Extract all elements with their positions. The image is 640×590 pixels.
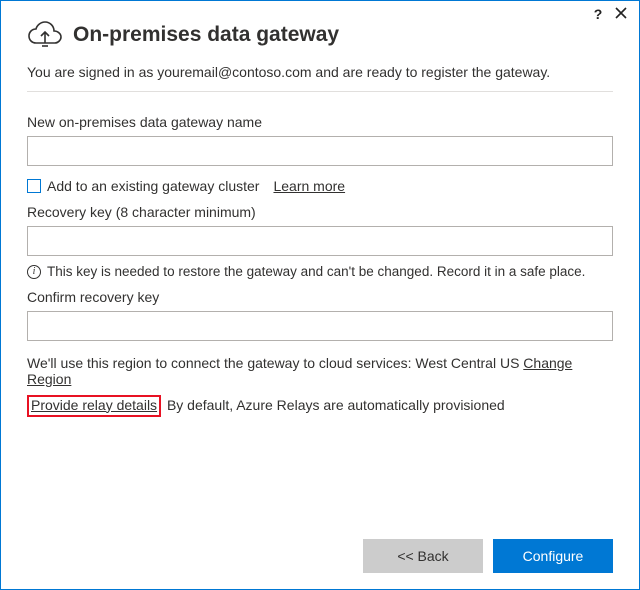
- cloud-upload-icon: [27, 21, 63, 49]
- recovery-key-info: This key is needed to restore the gatewa…: [47, 264, 585, 279]
- relay-highlight: Provide relay details: [27, 395, 161, 417]
- help-icon[interactable]: ?: [591, 7, 605, 21]
- region-prefix: We'll use this region to connect the gat…: [27, 355, 415, 371]
- back-button[interactable]: << Back: [363, 539, 483, 573]
- configure-button[interactable]: Configure: [493, 539, 613, 573]
- provide-relay-details-link[interactable]: Provide relay details: [31, 397, 157, 413]
- cluster-checkbox[interactable]: [27, 179, 41, 193]
- confirm-key-input[interactable]: [27, 311, 613, 341]
- relay-suffix: By default, Azure Relays are automatical…: [163, 397, 505, 413]
- confirm-key-label: Confirm recovery key: [27, 289, 613, 305]
- dialog-window: ? On-premises data gateway You are signe…: [0, 0, 640, 590]
- recovery-key-label: Recovery key (8 character minimum): [27, 204, 613, 220]
- region-row: We'll use this region to connect the gat…: [27, 355, 613, 387]
- relay-row: Provide relay details By default, Azure …: [27, 395, 613, 417]
- header: On-premises data gateway: [27, 21, 613, 49]
- titlebar-controls: ?: [591, 7, 629, 21]
- form-body: New on-premises data gateway name Add to…: [27, 114, 613, 417]
- page-title: On-premises data gateway: [73, 23, 339, 47]
- signin-suffix: and are ready to register the gateway.: [312, 64, 551, 80]
- cluster-learn-more-link[interactable]: Learn more: [273, 178, 345, 194]
- recovery-key-input[interactable]: [27, 226, 613, 256]
- footer-buttons: << Back Configure: [27, 539, 613, 573]
- gateway-name-label: New on-premises data gateway name: [27, 114, 613, 130]
- region-name: West Central US: [415, 355, 519, 371]
- signin-status: You are signed in as youremail@contoso.c…: [27, 63, 613, 92]
- close-icon[interactable]: [615, 7, 629, 21]
- signin-email: youremail@contoso.com: [157, 64, 311, 80]
- info-icon: i: [27, 265, 41, 279]
- cluster-checkbox-label: Add to an existing gateway cluster: [47, 178, 259, 194]
- signin-prefix: You are signed in as: [27, 64, 157, 80]
- gateway-name-input[interactable]: [27, 136, 613, 166]
